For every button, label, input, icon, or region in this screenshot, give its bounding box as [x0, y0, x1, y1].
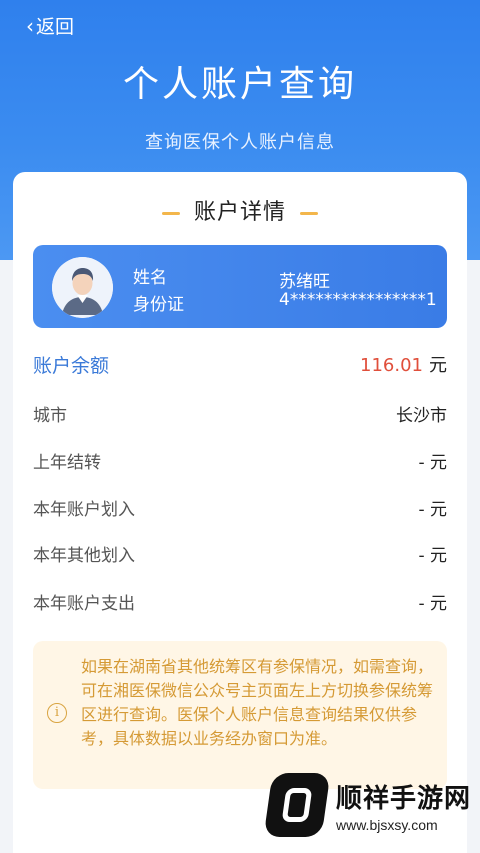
account-card: 账户详情 姓名 身份证 苏绪旺 4****************1 账户余额 …	[13, 172, 467, 853]
info-row-account-transfer-in: 本年账户划入 - 元	[33, 492, 447, 522]
info-row-other-transfer-in: 本年其他划入 - 元	[33, 538, 447, 568]
balance-unit: 元	[429, 355, 447, 376]
balance-row: 账户余额 116.01 元	[33, 349, 447, 379]
title-dash-left	[161, 211, 180, 215]
id-value: 4****************1	[279, 290, 437, 310]
site-watermark: 顺祥手游网 www.bjsxsy.com	[263, 768, 473, 842]
row-label: 本年账户划入	[33, 499, 135, 520]
info-row-account-expense: 本年账户支出 - 元	[33, 586, 447, 616]
row-value: - 元	[418, 545, 447, 566]
row-label: 本年账户支出	[33, 593, 135, 614]
section-header: 账户详情	[13, 194, 467, 226]
id-label: 身份证	[133, 295, 184, 315]
row-label: 本年其他划入	[33, 545, 135, 566]
watermark-text: 顺祥手游网 www.bjsxsy.com	[336, 778, 471, 833]
chevron-left-icon: ‹	[26, 13, 34, 38]
notice-box: i 如果在湖南省其他统筹区有参保情况，如需查询，可在湘医保微信公众号主页面左上方…	[33, 641, 447, 789]
page-title: 个人账户查询	[122, 64, 357, 105]
section-title: 账户详情	[193, 200, 286, 225]
profile-banner: 姓名 身份证 苏绪旺 4****************1	[33, 245, 447, 328]
info-row-last-year-carryover: 上年结转 - 元	[33, 445, 447, 475]
row-label: 城市	[33, 405, 67, 426]
back-button[interactable]: ‹ 返回	[26, 12, 74, 39]
watermark-url: www.bjsxsy.com	[336, 816, 438, 833]
watermark-name: 顺祥手游网	[336, 783, 472, 814]
row-value: 长沙市	[396, 405, 447, 426]
back-label: 返回	[36, 16, 75, 38]
avatar-icon	[52, 257, 113, 318]
page-subtitle: 查询医保个人账户信息	[145, 132, 335, 153]
title-dash-right	[300, 211, 318, 215]
notice-text: 如果在湖南省其他统筹区有参保情况，如需查询，可在湘医保微信公众号主页面左上方切换…	[81, 657, 434, 748]
balance-value: 116.01	[360, 355, 423, 376]
watermark-logo-icon	[263, 773, 331, 837]
row-value: - 元	[418, 499, 447, 520]
balance-label: 账户余额	[33, 354, 110, 377]
row-value: - 元	[418, 593, 447, 614]
row-label: 上年结转	[33, 452, 101, 473]
info-row-city: 城市 长沙市	[33, 398, 447, 428]
name-value: 苏绪旺	[279, 272, 330, 292]
info-icon: i	[47, 703, 67, 723]
name-label: 姓名	[133, 268, 167, 288]
row-value: - 元	[418, 452, 447, 473]
